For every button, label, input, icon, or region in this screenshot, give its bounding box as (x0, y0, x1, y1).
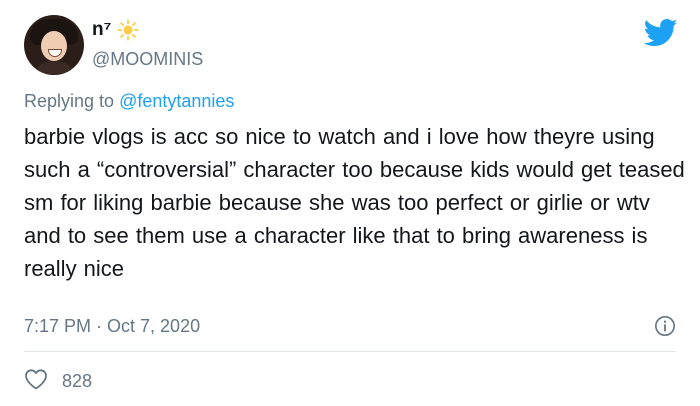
replying-to-link[interactable]: @fentytannies (119, 91, 234, 111)
sun-icon (117, 19, 139, 41)
divider (24, 351, 676, 352)
avatar[interactable] (24, 15, 84, 75)
twitter-bird-icon[interactable] (643, 18, 678, 48)
like-count: 828 (62, 371, 93, 391)
like-action[interactable]: 828 (24, 368, 92, 395)
heart-icon[interactable] (24, 368, 48, 395)
tweet-text: barbie vlogs is acc so nice to watch and… (24, 124, 685, 281)
tweet-card: n⁷ @MOOMINIS Replying to @fentytannies b… (0, 0, 700, 406)
author-name-row[interactable]: n⁷ (92, 19, 139, 41)
display-name[interactable]: n⁷ (92, 19, 111, 41)
replying-to-label: Replying to (24, 91, 115, 111)
avatar-shirt (32, 61, 76, 75)
tweet-timestamp[interactable]: 7:17 PM · Oct 7, 2020 (24, 316, 200, 337)
author-handle[interactable]: @MOOMINIS (92, 49, 203, 70)
info-icon[interactable] (654, 315, 676, 337)
replying-to-line: Replying to @fentytannies (24, 91, 234, 112)
